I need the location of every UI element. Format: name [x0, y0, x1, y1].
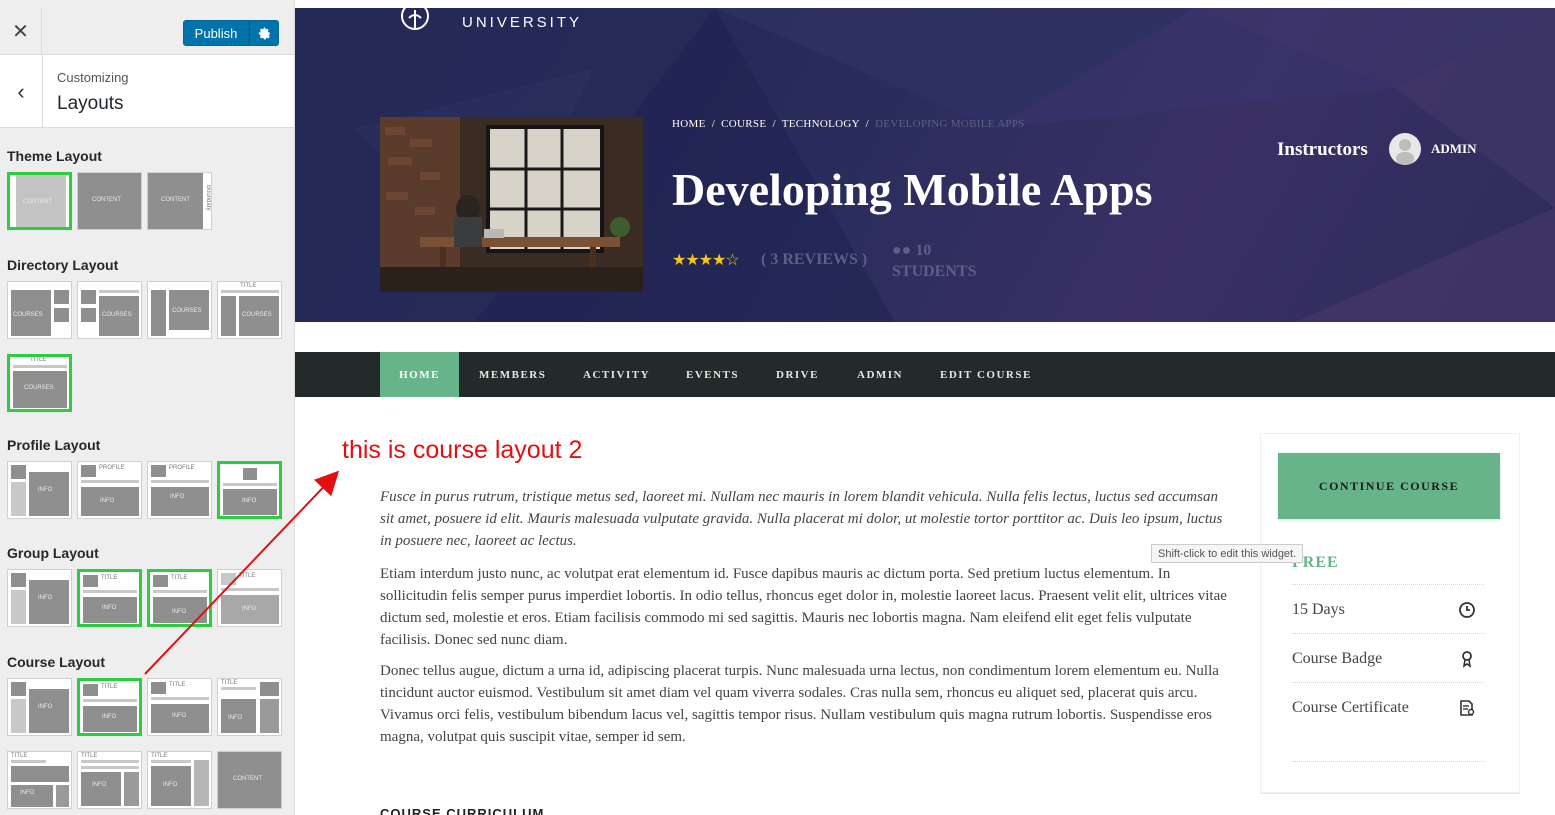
profile-layout-title: Profile Layout	[7, 437, 101, 453]
meta-duration: 15 Days	[1292, 584, 1484, 633]
nav-edit-course[interactable]: EDIT COURSE	[940, 352, 1032, 397]
instructor-avatar[interactable]	[1389, 133, 1421, 165]
breadcrumb-category[interactable]: TECHNOLOGY	[782, 118, 860, 130]
directory-layout-option-1[interactable]: COURSES	[7, 281, 72, 339]
breadcrumb: HOME / COURSE / TECHNOLOGY / DEVELOPING …	[672, 118, 1025, 130]
course-layout-option-6[interactable]: TITLE INFO	[77, 751, 142, 809]
course-description-1: Etiam interdum justo nunc, ac volutpat e…	[380, 566, 1227, 648]
group-layout-option-3[interactable]: TITLE INFO	[147, 569, 212, 627]
user-avatar-icon	[1396, 139, 1414, 165]
star-icon: ★	[712, 252, 726, 269]
customizer-section-header: ‹ Customizing Layouts	[0, 55, 294, 128]
customizer-header-bar: ✕ Publish	[0, 8, 294, 55]
gear-icon	[258, 27, 270, 39]
theme-layout-option-3[interactable]: CONTENT Boundary	[147, 172, 212, 230]
course-layout-title: Course Layout	[7, 654, 106, 670]
profile-layout-option-2[interactable]: PROFILE INFO	[77, 461, 142, 519]
section-title: Layouts	[57, 93, 124, 114]
directory-layout-option-5[interactable]: TITLE COURSES	[7, 354, 72, 412]
publish-settings-button[interactable]	[249, 20, 279, 46]
nav-members[interactable]: MEMBERS	[479, 352, 546, 397]
course-layout-option-8[interactable]: CONTENT	[217, 751, 282, 809]
close-customizer-button[interactable]: ✕	[0, 8, 42, 55]
course-layout-option-1[interactable]: INFO	[7, 678, 72, 736]
annotation-text: this is course layout 2	[342, 436, 583, 464]
nav-events[interactable]: EVENTS	[686, 352, 739, 397]
customizer-sidebar: ✕ Publish ‹ Customizing Layouts Theme La…	[0, 0, 295, 815]
course-layout-option-7[interactable]: TITLE INFO	[147, 751, 212, 809]
course-description-2: Donec tellus augue, dictum a urna id, ad…	[380, 663, 1219, 745]
rating-stars: ★★★★☆	[672, 250, 740, 270]
publish-button[interactable]: Publish	[183, 20, 249, 46]
course-title: Developing Mobile Apps	[672, 164, 1153, 215]
breadcrumb-course[interactable]: COURSE	[721, 118, 766, 130]
course-layout-option-4[interactable]: TITLE INFO	[217, 678, 282, 736]
customizing-label: Customizing	[57, 70, 129, 85]
course-intro: Fusce in purus rutrum, tristique metus s…	[380, 489, 1223, 549]
profile-layout-option-1[interactable]: INFO	[7, 461, 72, 519]
directory-layout-option-3[interactable]: COURSES	[147, 281, 212, 339]
nav-drive[interactable]: DRIVE	[776, 352, 819, 397]
course-hero: UNIVERSITY HOME / COURSE / TECHNOLOGY /	[295, 8, 1555, 322]
group-layout-title: Group Layout	[7, 545, 99, 561]
badge-icon	[1462, 651, 1472, 668]
profile-layout-option-4[interactable]: INFO	[217, 461, 282, 519]
directory-layout-option-2[interactable]: COURSES	[77, 281, 142, 339]
student-count: ●● 10 STUDENTS	[892, 242, 977, 280]
meta-badge: Course Badge	[1292, 633, 1484, 682]
group-layout-option-2[interactable]: TITLE INFO	[77, 569, 142, 627]
group-layout-option-1[interactable]: INFO	[7, 569, 72, 627]
continue-course-button[interactable]: CONTINUE COURSE	[1278, 453, 1500, 519]
university-emblem-icon	[401, 8, 429, 30]
meta-divider	[1292, 761, 1484, 762]
users-icon: ●●	[892, 242, 912, 259]
theme-layout-title: Theme Layout	[7, 148, 102, 164]
certificate-icon	[1460, 700, 1475, 716]
star-half-icon: ☆	[725, 252, 739, 269]
nav-home[interactable]: HOME	[380, 352, 459, 397]
breadcrumb-current: DEVELOPING MOBILE APPS	[875, 118, 1025, 130]
course-layout-option-3[interactable]: TITLE INFO	[147, 678, 212, 736]
clock-icon	[1459, 602, 1475, 618]
course-layout-option-2[interactable]: TITLE INFO	[77, 678, 142, 736]
site-preview: UNIVERSITY HOME / COURSE / TECHNOLOGY /	[295, 8, 1555, 815]
back-button[interactable]: ‹	[0, 55, 43, 128]
star-icon: ★	[685, 252, 699, 269]
star-icon: ★	[672, 252, 686, 269]
instructors-label: Instructors	[1277, 139, 1368, 160]
theme-layout-option-1[interactable]: CONTENT	[7, 172, 72, 230]
course-nav: HOME MEMBERS ACTIVITY EVENTS DRIVE ADMIN…	[295, 352, 1555, 397]
site-logo-text: UNIVERSITY	[462, 14, 583, 31]
instructor-name[interactable]: ADMIN	[1431, 141, 1477, 157]
chevron-left-icon: ‹	[17, 78, 25, 104]
course-layout-option-5[interactable]: TITLE INFO	[7, 751, 72, 809]
directory-layout-option-4[interactable]: TITLE COURSES	[217, 281, 282, 339]
profile-layout-option-3[interactable]: PROFILE INFO	[147, 461, 212, 519]
card-bottom-border	[1260, 793, 1520, 794]
widget-tooltip: Shift-click to edit this widget.	[1151, 544, 1304, 563]
meta-certificate: Course Certificate	[1292, 682, 1484, 731]
breadcrumb-home[interactable]: HOME	[672, 118, 706, 130]
close-icon: ✕	[12, 21, 29, 43]
nav-activity[interactable]: ACTIVITY	[583, 352, 650, 397]
directory-layout-title: Directory Layout	[7, 257, 119, 273]
review-count[interactable]: ( 3 REVIEWS )	[761, 251, 867, 269]
group-layout-option-4[interactable]: TITLE INFO	[217, 569, 282, 627]
theme-layout-option-2[interactable]: CONTENT	[77, 172, 142, 230]
nav-admin[interactable]: ADMIN	[857, 352, 903, 397]
curriculum-heading: COURSE CURRICULUM	[380, 806, 545, 815]
course-featured-image	[380, 117, 643, 292]
star-icon: ★	[698, 252, 713, 269]
